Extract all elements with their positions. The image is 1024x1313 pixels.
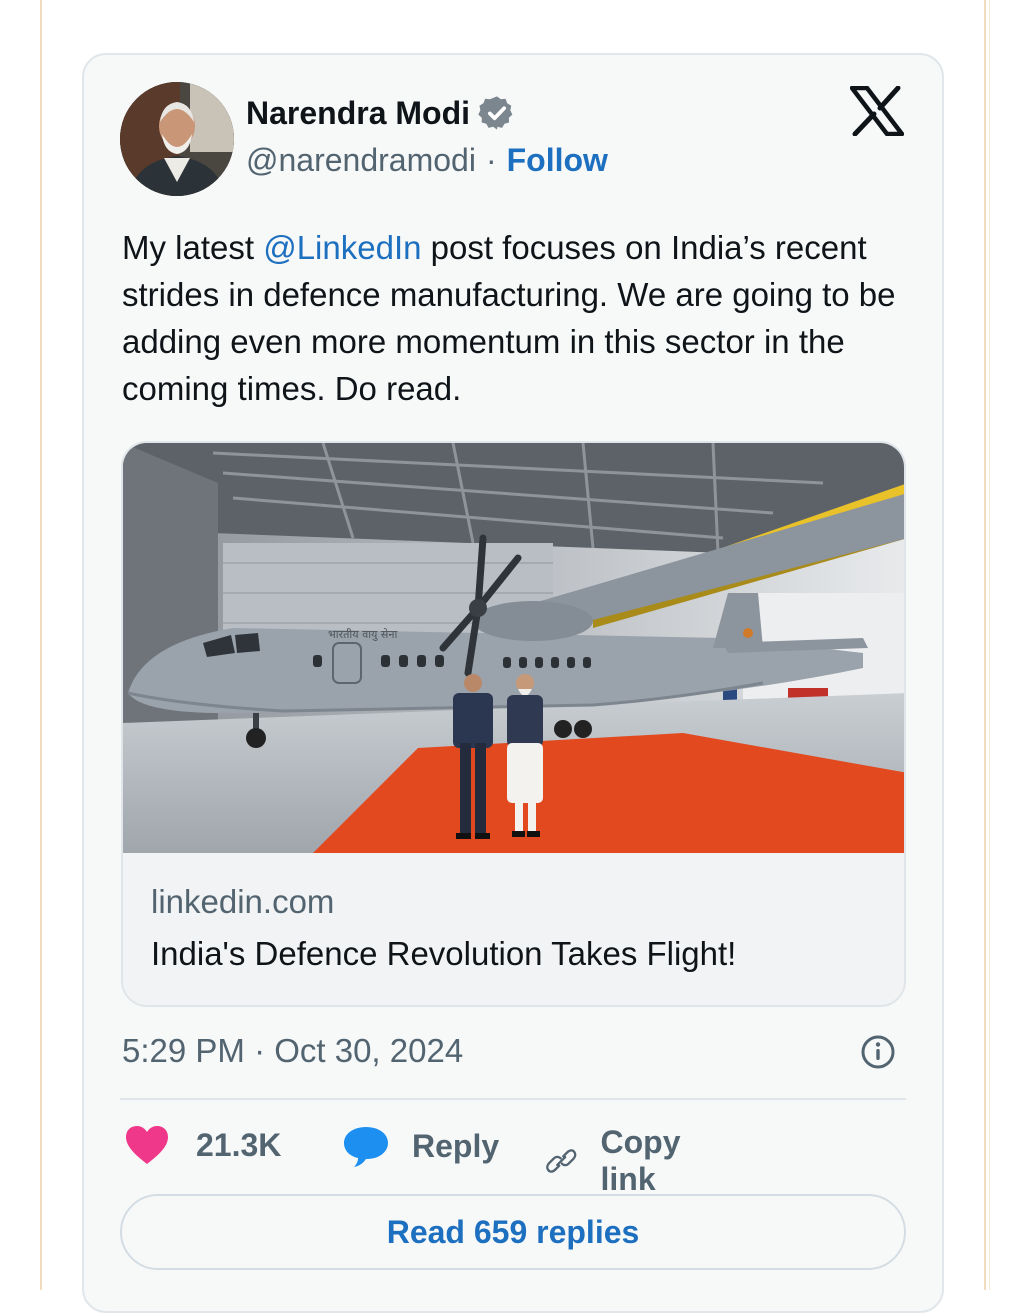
avatar-image xyxy=(120,82,234,196)
frame-border-left xyxy=(40,0,42,1290)
frame-border-right-inner xyxy=(989,0,990,1290)
aircraft-hindi-text: भारतीय वायु सेना xyxy=(328,628,397,641)
handle-separator: · xyxy=(485,142,497,178)
tweet-text: My latest @LinkedIn post focuses on Indi… xyxy=(122,224,922,412)
author-avatar[interactable] xyxy=(120,82,234,196)
link-icon xyxy=(546,1149,577,1173)
like-count: 21.3K xyxy=(196,1126,282,1163)
author-handle-row: @narendramodi · Follow xyxy=(246,142,608,179)
x-logo-icon[interactable] xyxy=(850,86,904,136)
copy-link-label: Copy link xyxy=(600,1124,681,1197)
heart-icon xyxy=(126,1126,168,1164)
verified-badge-icon xyxy=(478,96,513,130)
reply-label: Reply xyxy=(412,1127,500,1164)
linkedin-mention-link[interactable]: @LinkedIn xyxy=(263,229,421,266)
author-name[interactable]: Narendra Modi xyxy=(246,95,470,132)
reply-bubble-icon xyxy=(344,1127,388,1167)
author-handle[interactable]: @narendramodi xyxy=(246,142,476,179)
info-icon[interactable] xyxy=(860,1034,896,1070)
reply-button[interactable]: Reply xyxy=(342,1124,499,1168)
author-name-row: Narendra Modi xyxy=(246,94,516,132)
divider xyxy=(120,1098,906,1100)
like-button[interactable]: 21.3K xyxy=(124,1124,281,1166)
tweet-timestamp[interactable]: 5:29 PM · Oct 30, 2024 xyxy=(122,1032,463,1070)
link-title: India's Defence Revolution Takes Flight! xyxy=(151,935,737,972)
follow-button[interactable]: Follow xyxy=(507,142,608,179)
copy-link-button[interactable]: Copy link xyxy=(546,1124,696,1198)
read-replies-button[interactable]: Read 659 replies xyxy=(120,1194,906,1270)
link-domain: linkedin.com xyxy=(151,883,335,920)
tweet-text-start: My latest xyxy=(122,229,264,266)
frame-border-right xyxy=(984,0,986,1290)
link-preview-card[interactable]: भारतीय वायु सेना linkedin.com India's De… xyxy=(121,441,906,1007)
aircraft-hangar-photo: भारतीय वायु सेना xyxy=(123,443,904,853)
